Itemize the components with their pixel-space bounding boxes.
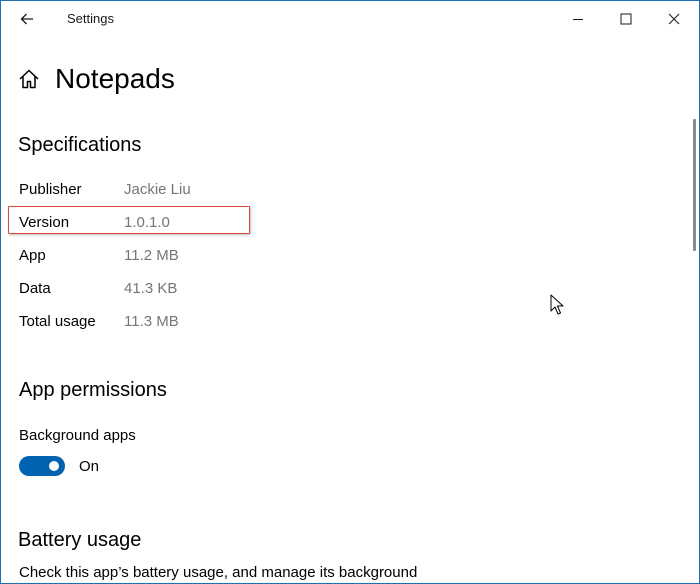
scrollbar-thumb[interactable]: [693, 119, 696, 251]
spec-row-app: App 11.2 MB: [19, 245, 319, 267]
spec-value: 11.2 MB: [124, 247, 179, 264]
spec-row-publisher: Publisher Jackie Liu: [19, 179, 319, 201]
back-button[interactable]: [7, 3, 47, 35]
spec-label: Publisher: [19, 181, 82, 198]
toggle-state-label: On: [79, 458, 100, 475]
background-apps-toggle[interactable]: [19, 456, 65, 476]
toggle-knob: [49, 461, 59, 471]
spec-label: Data: [19, 280, 51, 297]
spec-value: 41.3 KB: [124, 280, 178, 297]
spec-label: App: [19, 247, 46, 264]
spec-value: 11.3 MB: [124, 313, 179, 330]
version-highlight-box: [8, 206, 250, 234]
title-bar: Settings: [1, 1, 699, 37]
app-permissions-heading: App permissions: [19, 379, 167, 401]
window-title: Settings: [67, 11, 114, 26]
specifications-heading: Specifications: [18, 134, 142, 156]
spec-label: Total usage: [19, 313, 96, 330]
maximize-icon: [620, 13, 632, 25]
page-title: Notepads: [55, 63, 175, 94]
battery-usage-heading: Battery usage: [18, 529, 142, 551]
spec-row-data: Data 41.3 KB: [19, 278, 319, 300]
minimize-button[interactable]: [555, 1, 601, 37]
mouse-cursor-icon: [550, 294, 564, 315]
settings-window: Settings Notepads Specifications Publish…: [0, 0, 700, 584]
close-button[interactable]: [651, 1, 697, 37]
home-icon[interactable]: [18, 68, 40, 90]
back-arrow-icon: [20, 13, 33, 25]
battery-usage-description: Check this app’s battery usage, and mana…: [19, 564, 418, 581]
maximize-button[interactable]: [603, 1, 649, 37]
close-icon: [668, 13, 680, 25]
minimize-icon: [573, 19, 583, 20]
spec-row-total-usage: Total usage 11.3 MB: [19, 311, 319, 333]
background-apps-label: Background apps: [19, 427, 136, 444]
spec-value: Jackie Liu: [124, 181, 191, 198]
